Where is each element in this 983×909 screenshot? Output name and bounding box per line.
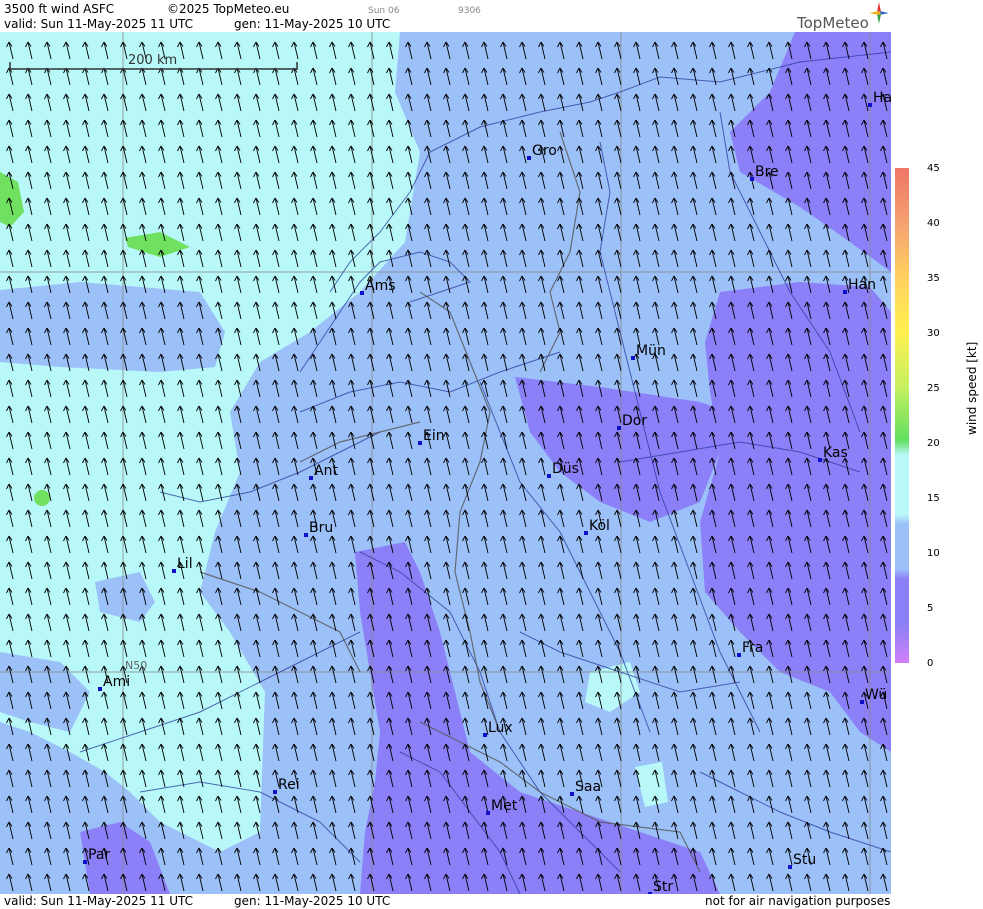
city-label: Lil (177, 556, 193, 572)
city-label: Ams (365, 278, 396, 294)
run-code-text: 9306 (458, 6, 481, 16)
legend-tick: 40 (927, 218, 940, 229)
city-marker: Wü (860, 687, 887, 704)
legend-tick: 15 (927, 493, 940, 504)
city-marker: Ant (309, 463, 338, 480)
city-dot (631, 356, 635, 360)
city-label: Fra (742, 640, 763, 656)
wind-speed-legend (895, 168, 909, 663)
legend-tick: 30 (927, 328, 940, 339)
city-dot (172, 569, 176, 573)
city-marker: Kas (818, 445, 848, 462)
topmeteo-logo[interactable]: TopMeteo (797, 2, 889, 32)
footer-note-text: not for air navigation purposes (705, 894, 891, 908)
copyright-text: ©2025 TopMeteo.eu (167, 2, 290, 16)
day-code-text: Sun 06 (368, 6, 400, 16)
city-label: Lux (488, 720, 513, 736)
city-marker: Lux (483, 720, 513, 737)
legend-tick: 10 (927, 548, 940, 559)
city-dot (750, 177, 754, 181)
legend-colorbar (895, 168, 909, 663)
map-header: 3500 ft wind ASFC ©2025 TopMeteo.eu Sun … (0, 0, 891, 32)
city-dot (360, 291, 364, 295)
city-label: Ein (423, 428, 445, 444)
map-footer: valid: Sun 11-May-2025 11 UTC gen: 11-Ma… (0, 894, 891, 909)
city-dot (304, 533, 308, 537)
generated-time-text: gen: 11-May-2025 10 UTC (234, 17, 391, 31)
scale-label: 200 km (128, 53, 177, 68)
city-label: Par (88, 847, 110, 863)
logo-text: TopMeteo (797, 14, 869, 32)
city-label: Saa (575, 779, 601, 795)
city-marker: Gro (527, 143, 557, 160)
city-label: Gro (532, 143, 557, 159)
city-dot (860, 700, 864, 704)
compass-icon (869, 2, 889, 24)
city-label: Bru (309, 520, 333, 536)
city-dot (788, 865, 792, 869)
city-dot (570, 792, 574, 796)
city-dot (273, 790, 277, 794)
city-marker: Mün (631, 343, 666, 360)
wind-map[interactable]: 200 km N50 Gro Bre Ha Ams Han Mün Dor Ein Kas Ant… (0, 32, 891, 894)
legend-tick: 45 (927, 163, 940, 174)
city-dot (418, 441, 422, 445)
city-dot (737, 653, 741, 657)
legend-tick: 5 (927, 603, 934, 614)
city-marker: Düs (547, 461, 579, 478)
city-dot (617, 426, 621, 430)
city-label: Ha (873, 90, 891, 106)
city-label: Met (491, 798, 518, 814)
city-label: Rei (278, 777, 300, 793)
city-dot (486, 811, 490, 815)
latitude-label: N50 (125, 659, 147, 672)
map-title: 3500 ft wind ASFC (4, 2, 115, 16)
city-dot (483, 733, 487, 737)
city-label: Stu (793, 852, 816, 868)
city-dot (843, 290, 847, 294)
city-label: Düs (552, 461, 579, 477)
city-dot (868, 103, 872, 107)
valid-time-text: valid: Sun 11-May-2025 11 UTC (4, 17, 193, 31)
legend-title: wind speed [kt] (965, 341, 979, 435)
legend-tick: 35 (927, 273, 940, 284)
wind-map-canvas: 200 km N50 Gro Bre Ha Ams Han Mün Dor Ein Kas Ant… (0, 32, 891, 894)
footer-gen-text: gen: 11-May-2025 10 UTC (234, 894, 391, 908)
city-dot (83, 860, 87, 864)
legend-tick: 20 (927, 438, 940, 449)
city-label: Wü (865, 687, 887, 703)
legend-tick: 0 (927, 658, 934, 669)
city-dot (818, 458, 822, 462)
city-marker: Ami (98, 674, 130, 691)
city-label: Han (848, 277, 876, 293)
city-marker: Met (486, 798, 518, 815)
city-dot (584, 531, 588, 535)
city-marker: Ams (360, 278, 396, 295)
city-marker: Dor (617, 413, 647, 430)
city-label: Ami (103, 674, 130, 690)
city-dot (98, 687, 102, 691)
city-marker: Han (843, 277, 876, 294)
city-label: Mün (636, 343, 666, 359)
city-label: Kas (823, 445, 848, 461)
city-marker: Bru (304, 520, 333, 537)
city-dot (527, 156, 531, 160)
city-marker: Saa (570, 779, 601, 796)
city-dot (309, 476, 313, 480)
city-marker: Stu (788, 852, 816, 869)
city-marker: Par (83, 847, 110, 864)
legend-tick: 25 (927, 383, 940, 394)
city-dot (547, 474, 551, 478)
city-label: Ant (314, 463, 338, 479)
footer-valid-text: valid: Sun 11-May-2025 11 UTC (4, 894, 193, 908)
city-marker: Bre (750, 164, 779, 181)
city-label: Bre (755, 164, 779, 180)
city-label: Str (653, 879, 673, 894)
city-label: Köl (589, 518, 610, 534)
city-label: Dor (622, 413, 647, 429)
